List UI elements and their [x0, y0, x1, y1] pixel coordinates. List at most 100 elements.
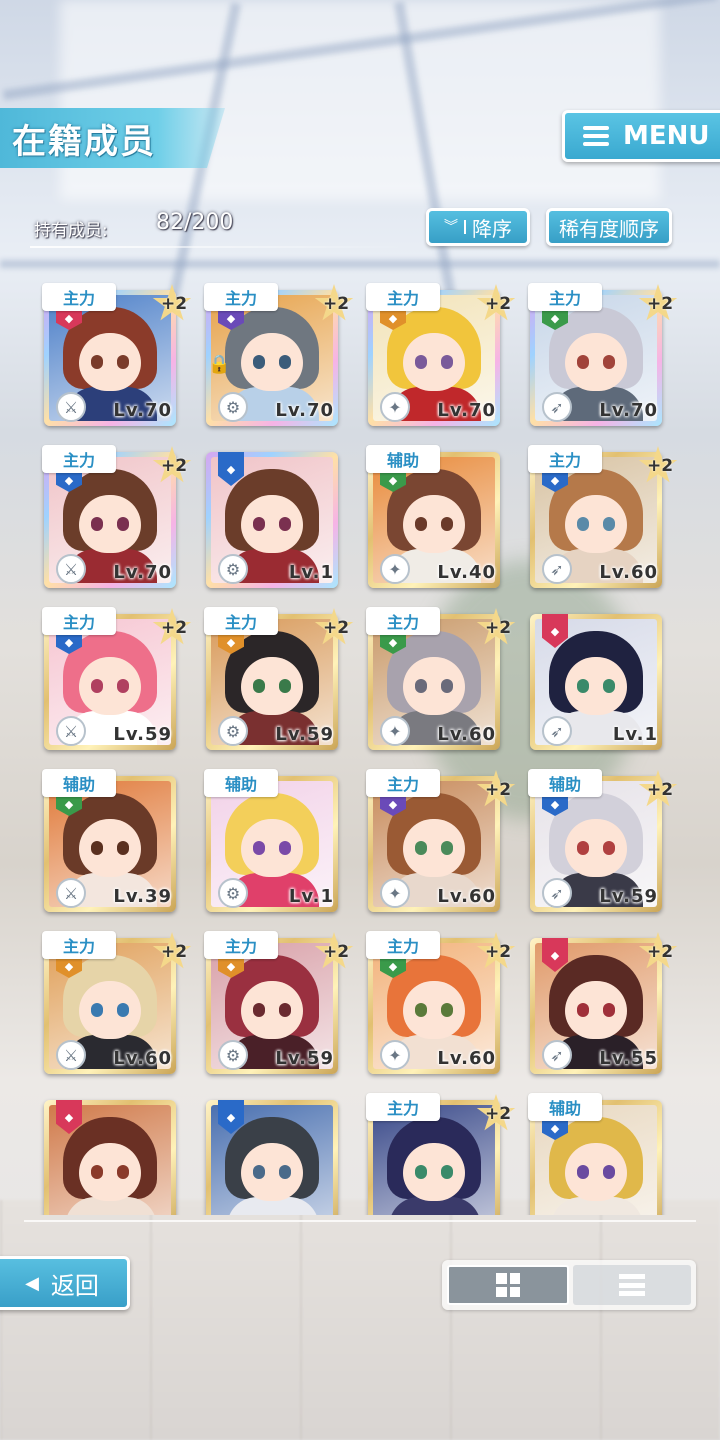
level-label: Lv.40	[437, 562, 496, 583]
member-card[interactable]: ◆ ⚙ Lv.1	[196, 442, 338, 588]
member-card[interactable]: ◆ 主力 +2 ✦ Lv.60	[358, 604, 516, 750]
role-tag: 辅助	[204, 769, 278, 797]
role-tag: 主力	[366, 283, 440, 311]
weapon-icon: ⚔	[56, 716, 86, 746]
weapon-icon: ➶	[542, 392, 572, 422]
back-label: 返回	[50, 1271, 99, 1300]
level-label: Lv.70	[437, 400, 496, 421]
member-card[interactable]: ◆ 辅助 +2 ➶ Lv.59	[520, 766, 678, 912]
level-label: Lv.1	[288, 562, 334, 583]
rank-plus: +2	[160, 456, 188, 476]
rank-plus: +2	[646, 942, 674, 962]
member-card[interactable]: ◆	[196, 1090, 338, 1215]
grid-view-icon	[496, 1273, 520, 1297]
member-card[interactable]: ◆	[34, 1090, 176, 1215]
sort-rarity-label: 稀有度顺序	[559, 216, 659, 241]
level-label: Lv.59	[275, 724, 334, 745]
member-card[interactable]: ◆ 辅助 ✦ Lv.40	[358, 442, 500, 588]
sort-rarity-button[interactable]: 稀有度顺序	[546, 208, 672, 246]
level-label: Lv.1	[288, 886, 334, 907]
member-card[interactable]: ◆ 主力 +2 ⚙ Lv.59	[196, 928, 354, 1074]
menu-button[interactable]: MENU	[562, 110, 720, 162]
level-label: Lv.1	[612, 724, 658, 745]
role-tag: 主力	[366, 607, 440, 635]
level-label: Lv.70	[275, 400, 334, 421]
hamburger-icon	[583, 126, 609, 146]
rank-plus: +2	[484, 780, 512, 800]
sort-order-label: 降序	[472, 216, 512, 241]
weapon-icon: ✦	[380, 554, 410, 584]
view-toggle	[442, 1260, 696, 1310]
level-label: Lv.60	[437, 724, 496, 745]
back-arrow-icon: ◀	[25, 1272, 39, 1294]
grid-view-button[interactable]	[447, 1265, 569, 1305]
divider	[30, 246, 410, 248]
weapon-icon: ➶	[542, 878, 572, 908]
weapon-icon: ➶	[542, 716, 572, 746]
rank-plus: +2	[646, 294, 674, 314]
level-label: Lv.60	[113, 1048, 172, 1069]
member-card[interactable]: ◆ 辅助 ⚔ Lv.39	[34, 766, 176, 912]
member-card[interactable]: ◆ ➶ Lv.1	[520, 604, 662, 750]
role-tag: 主力	[366, 1093, 440, 1121]
member-card[interactable]: ◆ 主力 +2 ⚙ Lv.59	[196, 604, 354, 750]
role-tag: 辅助	[366, 445, 440, 473]
member-card[interactable]: ◆ 主力 +2 ⚔ Lv.70	[34, 442, 192, 588]
member-card[interactable]: ◆ 主力 +2 🔒 ⚙ Lv.70	[196, 280, 354, 426]
member-count-value: 82/200	[156, 210, 234, 235]
character-portrait	[373, 1105, 495, 1215]
member-card[interactable]: ◆ 主力 +2 ⚔ Lv.70	[34, 280, 192, 426]
member-card[interactable]: ◆ 主力 +2 ⚔ Lv.60	[34, 928, 192, 1074]
level-label: Lv.59	[599, 886, 658, 907]
member-card[interactable]: 主力 +2	[358, 1090, 516, 1215]
rank-plus: +2	[484, 1104, 512, 1124]
role-tag: 辅助	[42, 769, 116, 797]
member-card[interactable]: ◆ 主力 +2 ✦ Lv.70	[358, 280, 516, 426]
member-card[interactable]: 辅助 ⚙ Lv.1	[196, 766, 338, 912]
weapon-icon: ➶	[542, 1040, 572, 1070]
level-label: Lv.60	[599, 562, 658, 583]
rank-plus: +2	[646, 780, 674, 800]
member-card[interactable]: ◆ 主力 +2 ➶ Lv.70	[520, 280, 678, 426]
weapon-icon: ✦	[380, 716, 410, 746]
level-label: Lv.60	[437, 886, 496, 907]
list-view-icon	[619, 1274, 645, 1296]
role-tag: 主力	[204, 283, 278, 311]
member-grid[interactable]: ◆ 主力 +2 ⚔ Lv.70 ◆ 主力 +2 🔒 ⚙ Lv.70 ◆ 主力 +2 ✦ Lv.70 ◆ 主力 +2 ➶…	[24, 280, 694, 1215]
chevron-double-down-icon: ︾	[444, 220, 466, 234]
level-label: Lv.60	[437, 1048, 496, 1069]
list-view-button[interactable]	[573, 1265, 691, 1305]
role-tag: 主力	[528, 445, 602, 473]
role-tag: 主力	[204, 607, 278, 635]
role-tag: 辅助	[528, 1093, 602, 1121]
back-button[interactable]: ◀ 返回	[0, 1256, 130, 1310]
weapon-icon: ⚔	[56, 392, 86, 422]
role-tag: 主力	[42, 445, 116, 473]
role-tag: 主力	[42, 607, 116, 635]
level-label: Lv.70	[599, 400, 658, 421]
level-label: Lv.59	[275, 1048, 334, 1069]
rank-plus: +2	[322, 618, 350, 638]
weapon-icon: ⚙	[218, 554, 248, 584]
rank-plus: +2	[322, 942, 350, 962]
level-label: Lv.70	[113, 562, 172, 583]
member-card[interactable]: ◆ 主力 +2 ➶ Lv.60	[520, 442, 678, 588]
level-label: Lv.70	[113, 400, 172, 421]
weapon-icon: ✦	[380, 1040, 410, 1070]
level-label: Lv.55	[599, 1048, 658, 1069]
lock-icon: 🔒	[208, 354, 231, 375]
level-label: Lv.59	[113, 724, 172, 745]
level-label: Lv.39	[113, 886, 172, 907]
member-card[interactable]: ◆ 主力 +2 ✦ Lv.60	[358, 766, 516, 912]
member-card[interactable]: ◆ +2 ➶ Lv.55	[520, 928, 678, 1074]
weapon-icon: ⚙	[218, 716, 248, 746]
member-card[interactable]: ◆ 主力 +2 ✦ Lv.60	[358, 928, 516, 1074]
member-card[interactable]: ◆ 辅助	[520, 1090, 662, 1215]
role-tag: 主力	[42, 931, 116, 959]
member-card[interactable]: ◆ 主力 +2 ⚔ Lv.59	[34, 604, 192, 750]
weapon-icon: ⚔	[56, 878, 86, 908]
weapon-icon: ⚙	[218, 1040, 248, 1070]
sort-order-button[interactable]: ︾ 降序	[426, 208, 530, 246]
role-tag: 主力	[366, 769, 440, 797]
weapon-icon: ➶	[542, 554, 572, 584]
